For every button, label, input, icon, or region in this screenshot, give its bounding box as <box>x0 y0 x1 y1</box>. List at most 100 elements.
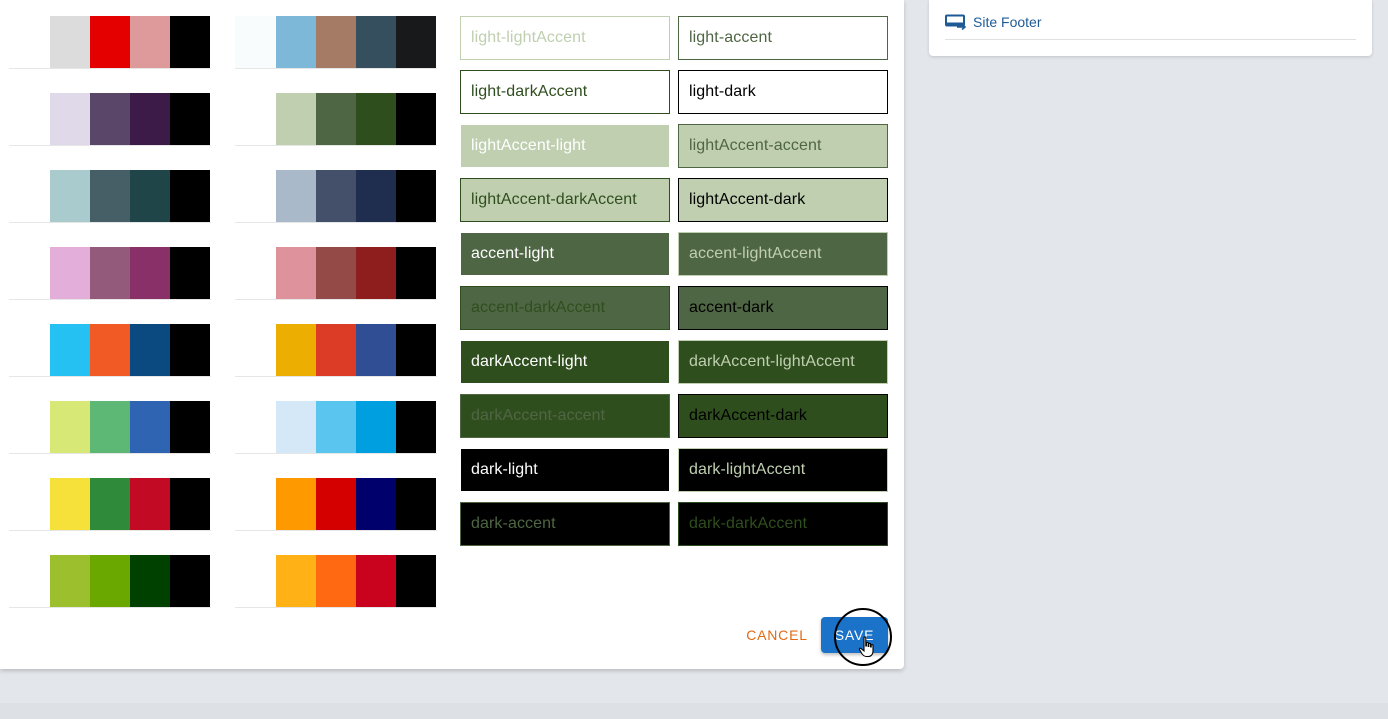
palette-option-right-1[interactable] <box>235 16 437 69</box>
palette-swatch <box>50 324 90 376</box>
palette-underline <box>9 68 211 69</box>
palette-swatch <box>276 555 316 607</box>
color-scheme-dialog: light-lightAccent light-accent light-darkA… <box>0 0 904 669</box>
palette-swatch <box>276 324 316 376</box>
palette-swatch <box>235 170 275 222</box>
palette-swatch <box>50 93 90 145</box>
palette-swatch <box>356 324 396 376</box>
palette-swatch <box>235 93 275 145</box>
combo-lightAccent-darkAccent[interactable]: lightAccent-darkAccent <box>460 178 670 222</box>
palette-option-left-1[interactable] <box>9 16 211 69</box>
combo-light-lightAccent[interactable]: light-lightAccent <box>460 16 670 60</box>
palette-swatch <box>235 478 275 530</box>
combo-dark-light[interactable]: dark-light <box>460 448 670 492</box>
combo-dark-darkAccent[interactable]: dark-darkAccent <box>678 502 888 546</box>
combo-light-darkAccent[interactable]: light-darkAccent <box>460 70 670 114</box>
palette-option-left-4[interactable] <box>9 247 211 300</box>
combo-accent-dark[interactable]: accent-dark <box>678 286 888 330</box>
combo-light-dark[interactable]: light-dark <box>678 70 888 114</box>
combo-lightAccent-light[interactable]: lightAccent-light <box>460 124 670 168</box>
palette-underline <box>235 145 437 146</box>
site-footer-item[interactable]: Site Footer <box>945 8 1041 36</box>
palette-option-left-7[interactable] <box>9 478 211 531</box>
palette-swatch <box>9 170 49 222</box>
palette-option-right-7[interactable] <box>235 478 437 531</box>
palette-swatch <box>130 16 170 68</box>
palette-swatch <box>170 93 210 145</box>
palette-option-left-8[interactable] <box>9 555 211 608</box>
palette-swatch <box>316 478 356 530</box>
combo-accent-lightAccent[interactable]: accent-lightAccent <box>678 232 888 276</box>
palette-underline <box>9 222 211 223</box>
palette-swatch <box>396 478 436 530</box>
palette-swatch <box>90 555 130 607</box>
panel-divider <box>945 39 1356 40</box>
palette-swatch <box>235 324 275 376</box>
palette-swatch <box>316 247 356 299</box>
palette-swatch <box>9 401 49 453</box>
palette-swatch <box>50 555 90 607</box>
palette-option-right-6[interactable] <box>235 401 437 454</box>
palette-swatch <box>396 555 436 607</box>
palette-swatch <box>316 555 356 607</box>
palette-swatch <box>276 16 316 68</box>
palette-underline <box>235 299 437 300</box>
palette-swatch <box>170 401 210 453</box>
palette-swatch <box>130 401 170 453</box>
palette-swatch <box>356 93 396 145</box>
palette-option-right-3[interactable] <box>235 170 437 223</box>
combo-darkAccent-light[interactable]: darkAccent-light <box>460 340 670 384</box>
combo-lightAccent-accent[interactable]: lightAccent-accent <box>678 124 888 168</box>
palette-swatch <box>170 16 210 68</box>
combo-light-accent[interactable]: light-accent <box>678 16 888 60</box>
palette-swatch <box>235 555 275 607</box>
combo-lightAccent-dark[interactable]: lightAccent-dark <box>678 178 888 222</box>
palette-swatch <box>276 93 316 145</box>
palette-swatch <box>356 170 396 222</box>
palette-option-left-5[interactable] <box>9 324 211 377</box>
palette-swatch <box>396 324 436 376</box>
site-footer-label: Site Footer <box>973 14 1042 30</box>
save-button[interactable]: SAVE <box>821 617 888 653</box>
palette-swatch <box>316 401 356 453</box>
palette-swatch <box>170 324 210 376</box>
combo-dark-lightAccent[interactable]: dark-lightAccent <box>678 448 888 492</box>
palette-option-right-4[interactable] <box>235 247 437 300</box>
palette-swatch <box>276 478 316 530</box>
palette-underline <box>9 530 211 531</box>
palette-swatch <box>276 247 316 299</box>
combo-darkAccent-dark[interactable]: darkAccent-dark <box>678 394 888 438</box>
palette-underline <box>9 453 211 454</box>
palette-swatch <box>316 16 356 68</box>
palette-swatch <box>130 93 170 145</box>
palette-swatch <box>90 401 130 453</box>
palette-underline <box>9 145 211 146</box>
footer-layout-icon <box>945 14 967 30</box>
palette-swatch <box>276 170 316 222</box>
palette-underline <box>235 453 437 454</box>
palette-swatch <box>130 555 170 607</box>
cancel-button[interactable]: CANCEL <box>740 617 814 653</box>
palette-underline <box>9 376 211 377</box>
combo-darkAccent-lightAccent[interactable]: darkAccent-lightAccent <box>678 340 888 384</box>
palette-swatch <box>9 16 49 68</box>
palette-option-left-3[interactable] <box>9 170 211 223</box>
palette-swatch <box>170 170 210 222</box>
combo-accent-light[interactable]: accent-light <box>460 232 670 276</box>
combo-accent-darkAccent[interactable]: accent-darkAccent <box>460 286 670 330</box>
palette-swatch <box>9 247 49 299</box>
palette-swatch <box>130 324 170 376</box>
palette-underline <box>235 530 437 531</box>
palette-option-right-8[interactable] <box>235 555 437 608</box>
palette-option-left-6[interactable] <box>9 401 211 454</box>
palette-swatch <box>396 93 436 145</box>
palette-swatch <box>9 555 49 607</box>
palette-underline <box>9 299 211 300</box>
palette-swatch <box>396 16 436 68</box>
combo-darkAccent-accent[interactable]: darkAccent-accent <box>460 394 670 438</box>
combo-dark-accent[interactable]: dark-accent <box>460 502 670 546</box>
palette-option-left-2[interactable] <box>9 93 211 146</box>
palette-swatch <box>316 324 356 376</box>
palette-option-right-2[interactable] <box>235 93 437 146</box>
palette-option-right-5[interactable] <box>235 324 437 377</box>
